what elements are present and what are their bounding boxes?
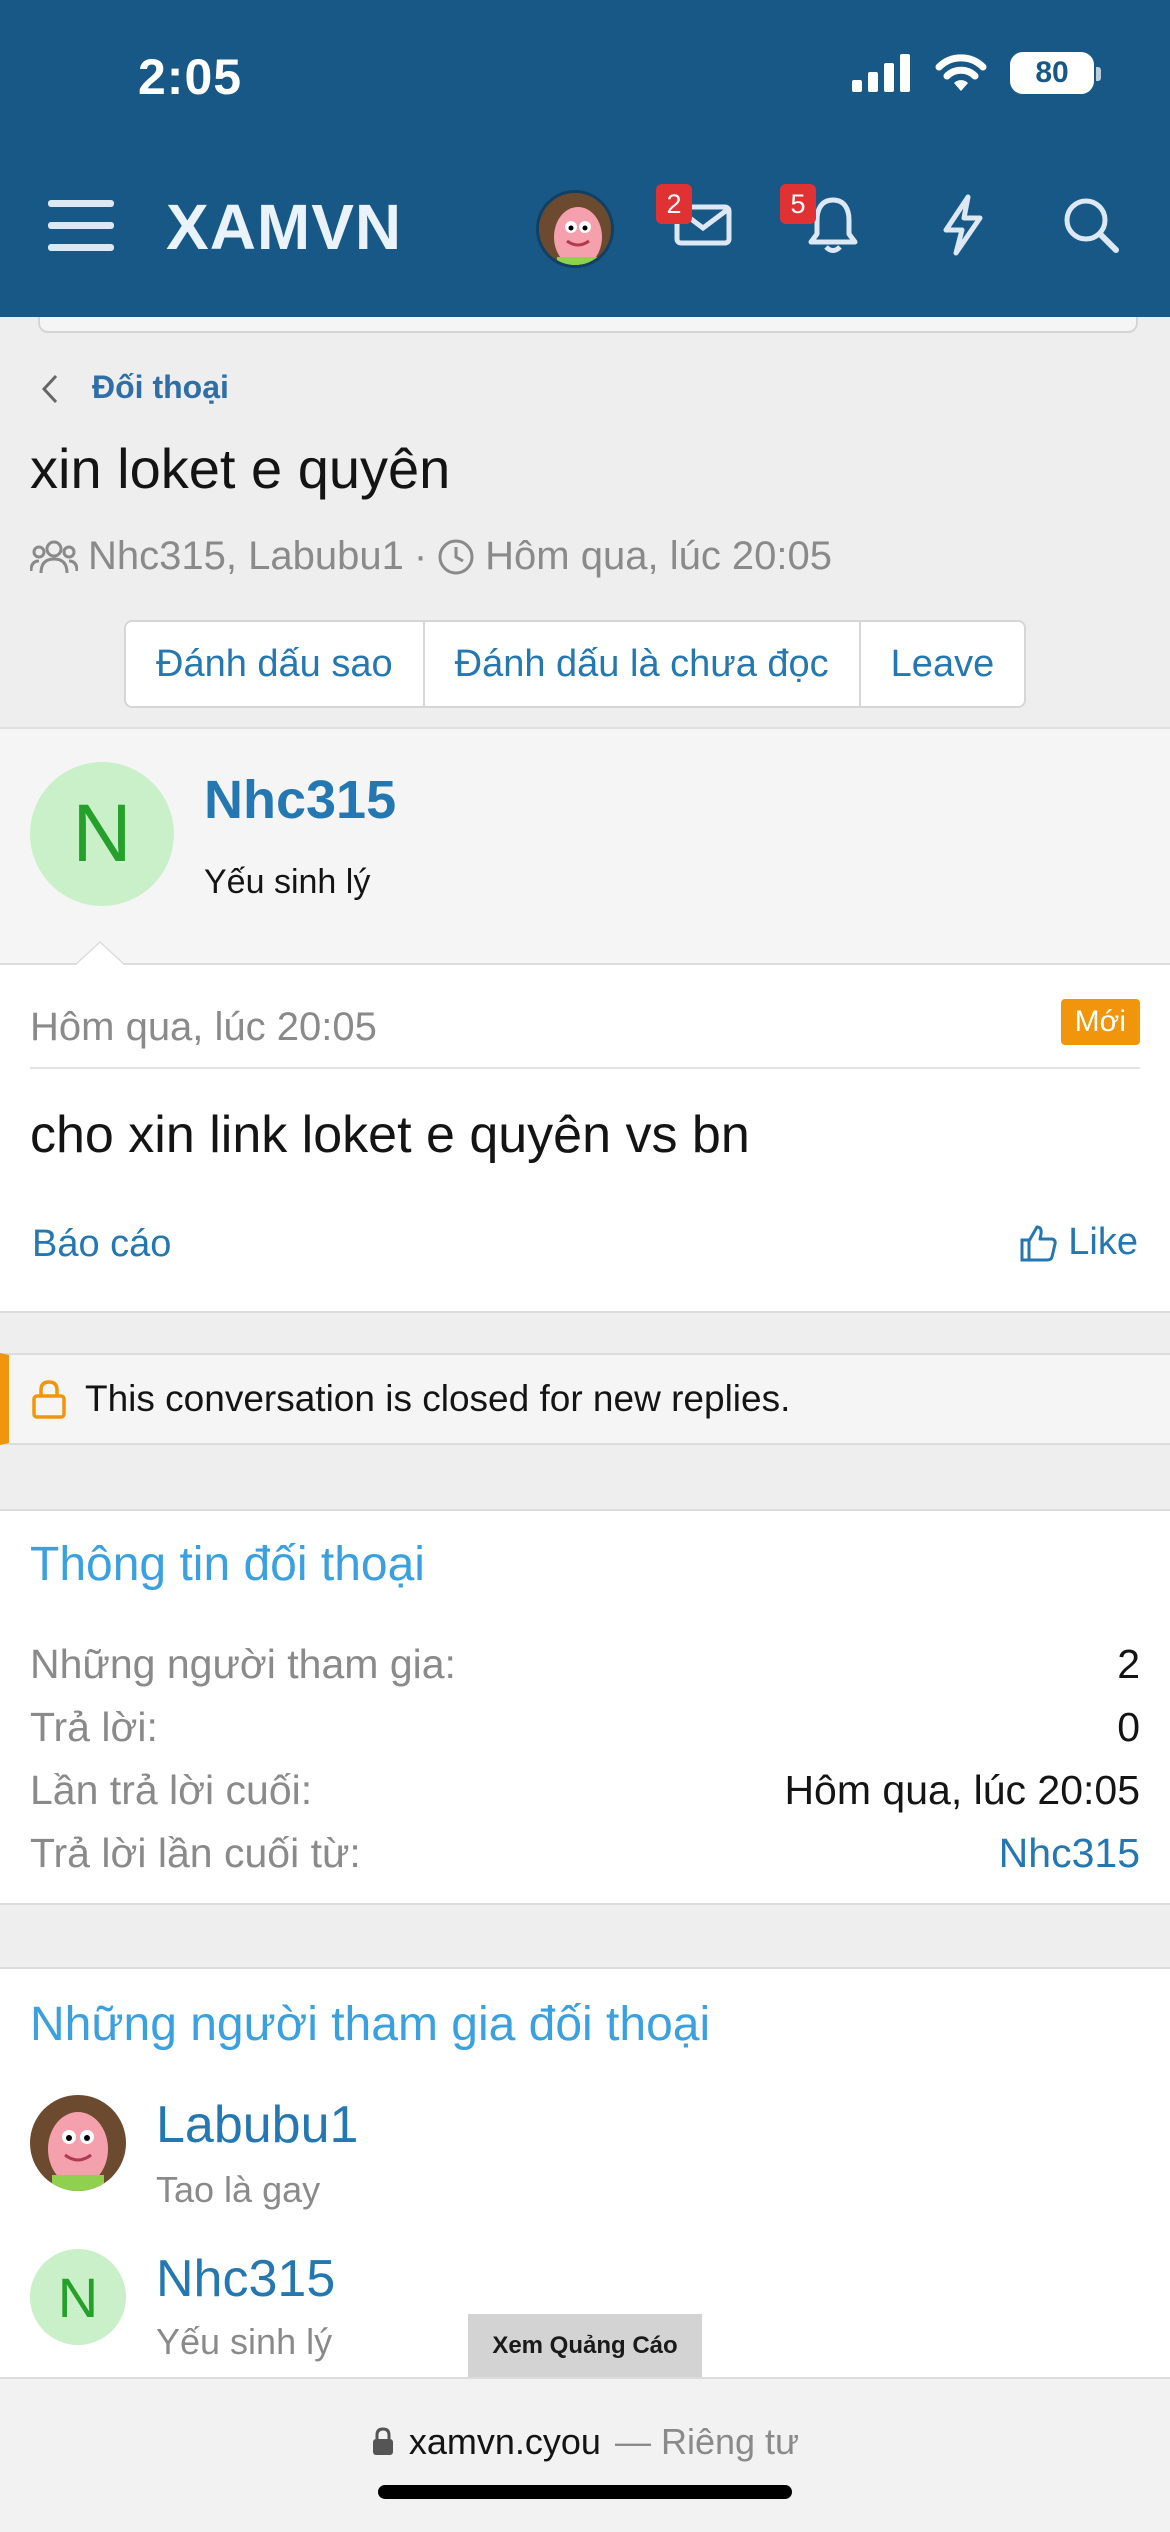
participant-name[interactable]: Nhc315 [156,2249,335,2309]
spacer [0,1905,1170,1967]
spacer [0,1445,1170,1509]
section-title: Những người tham gia đối thoại [30,1998,711,2051]
info-key: Những người tham gia: [30,1641,456,1687]
url-display[interactable]: xamvn.cyou — Riêng tư [0,2421,1170,2463]
star-button[interactable]: Đánh dấu sao [126,622,425,706]
mark-unread-button[interactable]: Đánh dấu là chưa đọc [425,622,861,706]
breadcrumb-link[interactable]: Đối thoại [92,369,229,406]
wifi-icon [935,54,987,91]
thumbs-up-icon [1020,1225,1057,1261]
search-icon [1064,198,1119,253]
view-ad-button[interactable]: Xem Quảng Cáo [468,2314,702,2378]
browser-address-bar[interactable]: xamvn.cyou — Riêng tư [0,2377,1170,2532]
site-logo[interactable]: XAMVN [166,190,402,264]
author-title: Yếu sinh lý [204,863,371,901]
new-badge: Mới [1060,999,1140,1045]
info-row: Trả lời lần cuối từ: Nhc315 [30,1830,1140,1877]
page-title: xin loket e quyên [30,437,451,500]
participant-avatar[interactable] [30,2095,126,2191]
users-icon [30,540,78,573]
info-row: Trả lời: 0 [30,1704,1140,1751]
clock-icon [438,539,474,574]
section-title: Thông tin đối thoại [30,1538,425,1591]
info-row: Những người tham gia: 2 [30,1641,1140,1688]
like-label: Like [1068,1221,1138,1263]
spacer [0,1313,1170,1353]
message-pointer [74,941,126,965]
author-name[interactable]: Nhc315 [204,769,396,831]
conversation-info: Thông tin đối thoại Những người tham gia… [0,1509,1170,1905]
info-key: Trả lời: [30,1704,158,1750]
participant-avatar[interactable]: N [30,2249,126,2345]
whats-new-button[interactable] [928,190,998,260]
closed-notice: This conversation is closed for new repl… [0,1353,1170,1445]
message-card: Hôm qua, lúc 20:05 Mới cho xin link loke… [0,941,1170,1313]
participant-title: Yếu sinh lý [156,2321,333,2362]
message-date[interactable]: Hôm qua, lúc 20:05 [30,1005,377,1050]
info-row: Lần trả lời cuối: Hôm qua, lúc 20:05 [30,1767,1140,1814]
header-strip [38,317,1138,333]
conversation-time: Hôm qua, lúc 20:05 [485,534,833,578]
battery-level: 80 [1035,56,1069,89]
lock-icon [32,1380,66,1419]
avatar-image [30,2095,126,2191]
url-privacy-label: — Riêng tư [614,2421,800,2462]
lightning-icon [943,194,983,256]
divider [30,1067,1140,1069]
hamburger-menu-icon[interactable] [48,198,114,254]
last-reply-user-link[interactable]: Nhc315 [999,1830,1140,1877]
info-value: Hôm qua, lúc 20:05 [784,1767,1140,1813]
search-button[interactable] [1056,190,1126,260]
author-avatar[interactable]: N [30,762,174,906]
info-value: 0 [1117,1704,1140,1750]
message-author: N Nhc315 Yếu sinh lý [0,727,1170,963]
meta-separator: · [413,534,428,578]
participants-text[interactable]: Nhc315, Labubu1 [88,534,404,579]
avatar-image [539,193,611,265]
user-avatar[interactable] [536,190,614,268]
info-value: 2 [1117,1641,1140,1687]
report-link[interactable]: Báo cáo [32,1223,171,1266]
status-bar: 2:05 80 [0,0,1170,160]
closed-notice-text: This conversation is closed for new repl… [85,1378,791,1419]
signal-icon [852,54,910,92]
leave-button[interactable]: Leave [861,622,1025,706]
inbox-badge: 2 [656,184,692,224]
message-body: cho xin link loket e quyên vs bn [30,1106,750,1164]
alerts-badge: 5 [780,184,816,224]
info-key: Trả lời lần cuối từ: [30,1830,361,1876]
lock-icon [372,2427,393,2455]
conversation-meta: Nhc315, Labubu1 · Hôm qua, lúc 20:05 [30,534,832,579]
status-time: 2:05 [138,49,243,105]
participant-name[interactable]: Labubu1 [156,2095,358,2155]
participant-title: Tao là gay [156,2169,321,2210]
conversation-actions: Đánh dấu sao Đánh dấu là chưa đọc Leave [124,620,1027,708]
chevron-left-icon[interactable] [38,372,60,415]
status-icons: 80 [852,52,1101,94]
battery-icon: 80 [1010,52,1101,94]
top-navbar: XAMVN 2 5 [0,160,1170,317]
like-button[interactable]: Like [1018,1221,1138,1264]
home-indicator[interactable] [378,2485,792,2499]
info-key: Lần trả lời cuối: [30,1767,313,1813]
url-domain: xamvn.cyou [408,2421,601,2462]
